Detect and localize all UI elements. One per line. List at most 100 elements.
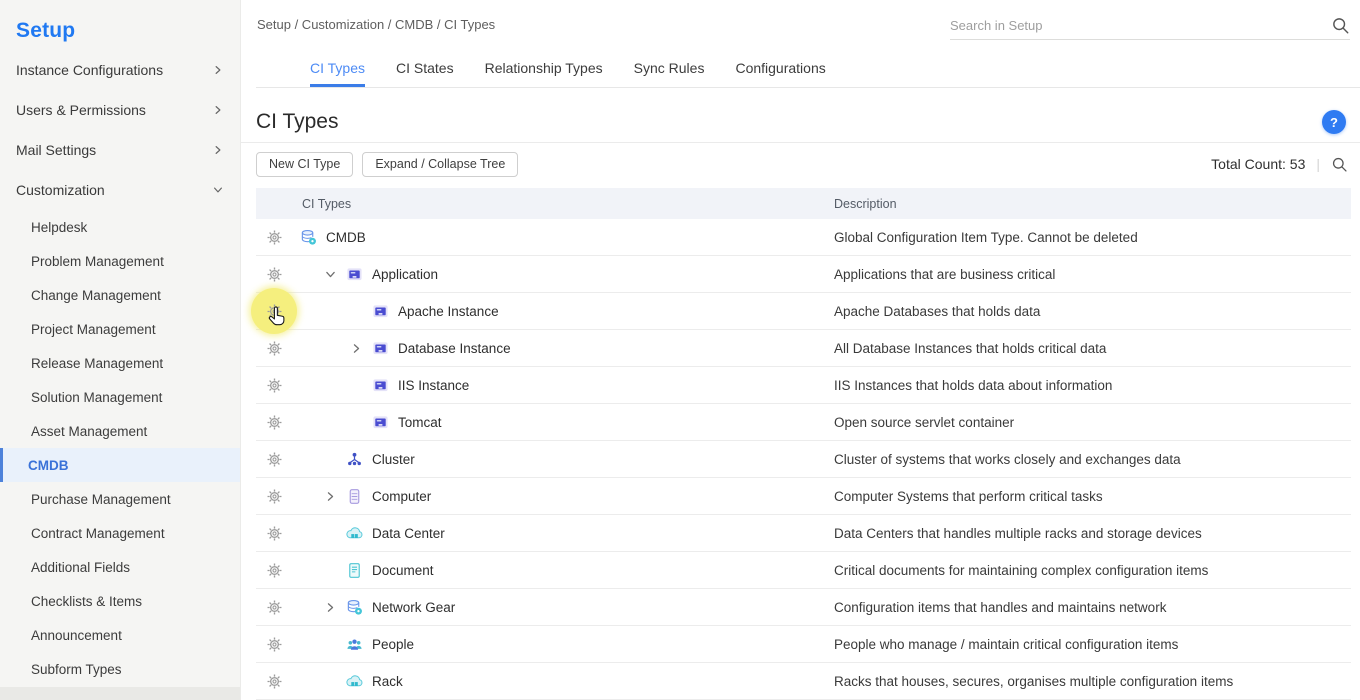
tree-expand-toggle[interactable] [350,378,372,392]
tabs: CI Types CI States Relationship Types Sync … [256,49,1360,88]
table-row-apache-instance[interactable]: Apache Instance Apache Databases that ho… [256,293,1351,330]
ci-type-name: IIS Instance [398,378,469,393]
sidebar-item-cmdb[interactable]: CMDB [0,448,240,482]
expand-collapse-tree-button[interactable]: Expand / Collapse Tree [362,152,518,177]
tree-expand-toggle[interactable] [324,674,346,688]
chevron-icon [324,490,337,503]
table-row-computer[interactable]: Computer Computer Systems that perform c… [256,478,1351,515]
ci-type-cell: Data Center [292,525,834,542]
sidebar-item-subform-types[interactable]: Subform Types [0,652,240,686]
sidebar-item-release-management[interactable]: Release Management [0,346,240,380]
tree-expand-toggle[interactable] [324,600,346,614]
tree-expand-toggle[interactable] [324,452,346,466]
tree-expand-toggle[interactable] [350,341,372,355]
tab-relationship-types[interactable]: Relationship Types [485,49,603,87]
table-row-network-gear[interactable]: Network Gear Configuration items that ha… [256,589,1351,626]
gear-cell [256,589,292,626]
column-header-ci-types: CI Types [256,197,834,211]
gear-icon[interactable] [266,266,283,283]
gear-cell [256,256,292,293]
table-search-icon[interactable] [1331,156,1348,173]
description-cell: Configuration items that handles and mai… [834,600,1351,615]
gear-icon[interactable] [266,414,283,431]
table-row-cmdb[interactable]: CMDB Global Configuration Item Type. Can… [256,219,1351,256]
sidebar: Setup Instance Configurations Users & Pe… [0,0,241,700]
main-content: Setup / Customization / CMDB / CI Types … [241,0,1360,700]
database-gear-icon [346,599,363,616]
search-icon[interactable] [1331,16,1350,35]
ci-type-name: Rack [372,674,403,689]
table-row-database-instance[interactable]: Database Instance All Database Instances… [256,330,1351,367]
sidebar-item-checklists-items[interactable]: Checklists & Items [0,584,240,618]
chevron-icon [324,601,337,614]
ci-type-cell: Application [292,266,834,283]
gear-icon[interactable] [266,525,283,542]
ci-type-cell: Rack [292,673,834,690]
sidebar-item-problem-management[interactable]: Problem Management [0,244,240,278]
table-row-iis-instance[interactable]: IIS Instance IIS Instances that holds da… [256,367,1351,404]
sidebar-item-customization[interactable]: Customization [0,170,240,210]
sidebar-item-announcement[interactable]: Announcement [0,618,240,652]
gear-icon[interactable] [266,562,283,579]
tab-configurations[interactable]: Configurations [735,49,825,87]
tab-ci-types[interactable]: CI Types [310,49,365,87]
tree-expand-toggle[interactable] [324,489,346,503]
search-input[interactable] [950,18,1331,33]
gear-icon[interactable] [266,451,283,468]
gear-icon[interactable] [266,636,283,653]
sidebar-item-helpdesk[interactable]: Helpdesk [0,210,240,244]
table-row-document[interactable]: Document Critical documents for maintain… [256,552,1351,589]
sidebar-item-contract-management[interactable]: Contract Management [0,516,240,550]
sidebar-item-asset-management[interactable]: Asset Management [0,414,240,448]
sidebar-item-users-permissions[interactable]: Users & Permissions [0,90,240,130]
tree-expand-toggle[interactable] [350,415,372,429]
table-row-data-center[interactable]: Data Center Data Centers that handles mu… [256,515,1351,552]
ci-type-cell: IIS Instance [292,377,834,394]
tree-expand-toggle[interactable] [324,563,346,577]
breadcrumb[interactable]: Setup / Customization / CMDB / CI Types [257,17,950,32]
column-header-description: Description [834,197,1351,211]
gear-icon[interactable] [266,673,283,690]
sidebar-item-instance-configurations[interactable]: Instance Configurations [0,50,240,90]
ci-type-name: Database Instance [398,341,511,356]
sidebar-item-project-management[interactable]: Project Management [0,312,240,346]
help-button[interactable]: ? [1322,110,1346,134]
description-cell: Critical documents for maintaining compl… [834,563,1351,578]
gear-cell [256,478,292,515]
table-row-application[interactable]: Application Applications that are busine… [256,256,1351,293]
table-row-people[interactable]: People People who manage / maintain crit… [256,626,1351,663]
gear-icon[interactable] [266,488,283,505]
sidebar-item-mail-settings[interactable]: Mail Settings [0,130,240,170]
chevron-right-icon [212,64,224,76]
table-row-rack[interactable]: Rack Racks that houses, secures, organis… [256,663,1351,700]
sidebar-item-purchase-management[interactable]: Purchase Management [0,482,240,516]
sidebar-item-additional-fields[interactable]: Additional Fields [0,550,240,584]
tree-expand-toggle[interactable] [350,304,372,318]
sidebar-sub-item-label: CMDB [28,458,69,473]
table-row-tomcat[interactable]: Tomcat Open source servlet container [256,404,1351,441]
ci-type-name: CMDB [326,230,366,245]
sidebar-sub-item-label: Asset Management [31,424,147,439]
top-bar: Setup / Customization / CMDB / CI Types [241,0,1360,49]
gear-icon[interactable] [266,599,283,616]
ci-type-cell: CMDB [292,229,834,246]
gear-icon[interactable] [266,340,283,357]
ci-type-name: Cluster [372,452,415,467]
tree-expand-toggle[interactable] [324,526,346,540]
tree-expand-toggle[interactable] [324,267,346,281]
table-row-cluster[interactable]: Cluster Cluster of systems that works cl… [256,441,1351,478]
sidebar-sub-item-label: Additional Fields [31,560,130,575]
gear-icon[interactable] [266,377,283,394]
tab-sync-rules[interactable]: Sync Rules [634,49,705,87]
total-count-value: 53 [1290,156,1306,172]
tree-expand-toggle[interactable] [324,637,346,651]
sidebar-item-change-management[interactable]: Change Management [0,278,240,312]
ci-type-name: Apache Instance [398,304,499,319]
total-count: Total Count: 53 [1211,156,1305,172]
tab-ci-states[interactable]: CI States [396,49,454,87]
ci-type-cell: Tomcat [292,414,834,431]
new-ci-type-button[interactable]: New CI Type [256,152,353,177]
sidebar-sub-item-label: Announcement [31,628,122,643]
gear-icon[interactable] [266,229,283,246]
sidebar-item-solution-management[interactable]: Solution Management [0,380,240,414]
